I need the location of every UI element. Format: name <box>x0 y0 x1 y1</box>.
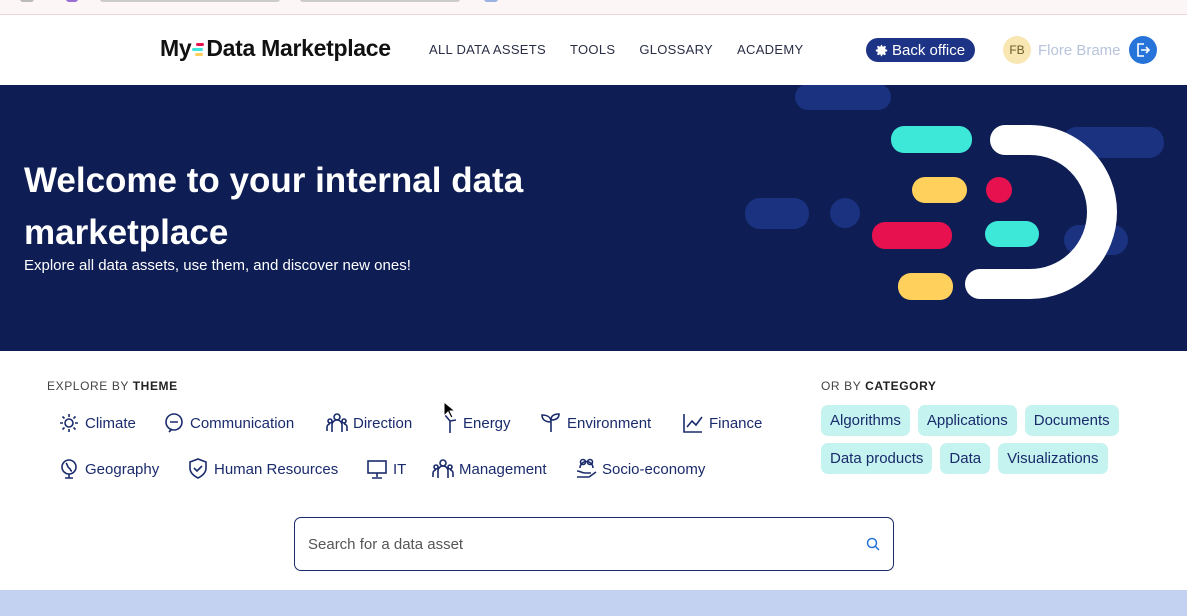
theme-human-resources[interactable]: Human Resources <box>187 458 338 480</box>
nav-all-data-assets[interactable]: ALL DATA ASSETS <box>429 42 546 57</box>
sun-icon <box>60 414 78 432</box>
theme-finance[interactable]: Finance <box>682 412 762 434</box>
explore-prefix: EXPLORE BY <box>47 379 133 393</box>
chat-bubble-icon <box>165 413 183 433</box>
theme-label: IT <box>393 460 407 478</box>
main-nav: ALL DATA ASSETS TOOLS GLOSSARY ACADEMY <box>429 42 803 57</box>
next-section-strip <box>0 590 1187 616</box>
site-header: My Data Marketplace ALL DATA ASSETS TOOLS… <box>0 15 1187 85</box>
handshake-icon <box>189 458 207 479</box>
theme-management[interactable]: Management <box>432 458 547 480</box>
theme-label: Energy <box>463 414 511 432</box>
theme-environment[interactable]: Environment <box>540 412 651 434</box>
theme-label: Management <box>459 460 547 478</box>
logo-text: Data Marketplace <box>206 35 391 61</box>
nav-glossary[interactable]: GLOSSARY <box>639 42 713 57</box>
theme-geography[interactable]: Geography <box>58 458 159 480</box>
explore-by-theme-title: EXPLORE BY THEME <box>47 379 178 393</box>
avatar[interactable]: FB <box>1003 36 1031 64</box>
theme-label: Communication <box>190 414 295 432</box>
explore-strong: THEME <box>132 379 178 393</box>
category-chips: Algorithms Applications Documents Data p… <box>821 405 1151 474</box>
theme-climate[interactable]: Climate <box>58 412 136 434</box>
category-chip-data[interactable]: Data <box>940 443 991 474</box>
theme-it[interactable]: IT <box>366 458 406 480</box>
theme-label: Climate <box>85 414 136 432</box>
mouse-cursor-icon <box>443 401 455 419</box>
back-office-button[interactable]: Back office <box>866 38 976 62</box>
theme-label: Environment <box>567 414 652 432</box>
gear-icon <box>875 44 888 56</box>
tab-fragment <box>300 0 460 2</box>
theme-socio-economy[interactable]: Socio-economy <box>575 458 705 480</box>
theme-label: Human Resources <box>214 460 339 478</box>
theme-communication[interactable]: Communication <box>163 412 294 434</box>
logo-text-prefix: My <box>160 35 192 61</box>
category-chip-visualizations[interactable]: Visualizations <box>998 443 1108 474</box>
hero-illustration <box>745 85 1164 300</box>
globe-icon <box>61 459 77 479</box>
theme-label: Socio-economy <box>602 460 706 478</box>
tab-fragment <box>20 0 34 2</box>
theme-direction[interactable]: Direction <box>326 412 412 434</box>
category-title: OR BY CATEGORY <box>821 379 937 393</box>
search-box <box>294 517 894 571</box>
team-icon <box>432 459 454 478</box>
theme-label: Finance <box>709 414 763 432</box>
sprout-icon <box>541 413 560 432</box>
category-chip-documents[interactable]: Documents <box>1024 405 1119 436</box>
tab-fragment <box>100 0 280 2</box>
user-name[interactable]: Flore Brame <box>1038 42 1121 59</box>
team-icon <box>326 413 348 432</box>
search-icon[interactable] <box>866 537 880 551</box>
category-chip-data-products[interactable]: Data products <box>821 443 933 474</box>
theme-label: Direction <box>353 414 413 432</box>
category-prefix: OR BY <box>821 379 866 393</box>
tab-fragment <box>66 0 78 2</box>
monitor-icon <box>367 460 387 479</box>
category-chip-algorithms[interactable]: Algorithms <box>821 405 910 436</box>
category-strong: CATEGORY <box>865 379 937 393</box>
back-office-label: Back office <box>892 41 966 59</box>
nav-tools[interactable]: TOOLS <box>570 42 615 57</box>
hero-banner: Welcome to your internal data marketplac… <box>0 85 1187 351</box>
browser-tab-strip <box>0 0 1187 15</box>
logout-button[interactable] <box>1129 36 1157 64</box>
theme-label: Geography <box>85 460 160 478</box>
category-chip-applications[interactable]: Applications <box>917 405 1017 436</box>
search-input[interactable] <box>308 535 866 553</box>
line-chart-icon <box>683 414 703 433</box>
logo-mark-icon <box>192 41 206 57</box>
tab-fragment <box>484 0 498 2</box>
site-logo[interactable]: My Data Marketplace <box>160 35 391 62</box>
people-hand-icon <box>576 458 597 478</box>
logout-icon <box>1137 43 1151 57</box>
nav-academy[interactable]: ACADEMY <box>737 42 803 57</box>
